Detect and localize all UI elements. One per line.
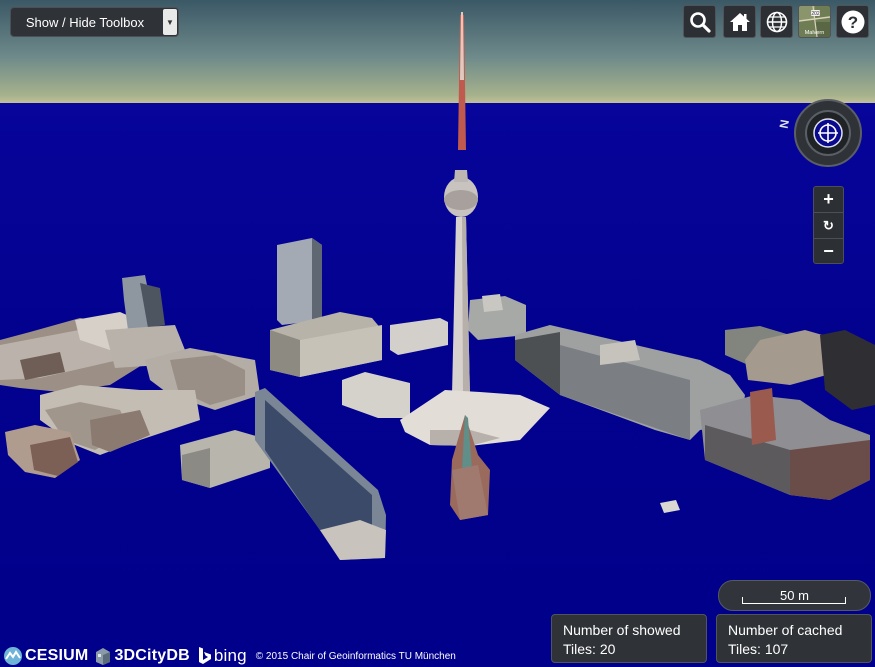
map-thumbnail-icon: 202 Malvern — [799, 6, 830, 37]
cached-tiles-count: Tiles: 107 — [728, 641, 789, 657]
question-icon: ? — [841, 10, 864, 33]
cached-tiles-panel: Number of cached Tiles: 107 — [716, 614, 872, 663]
search-button[interactable] — [683, 5, 716, 38]
tv-tower — [400, 12, 550, 446]
showed-tiles-panel: Number of showed Tiles: 20 — [551, 614, 707, 663]
toolbox-toggle[interactable]: Show / Hide Toolbox ▼ — [10, 7, 179, 37]
base-layer-picker-button[interactable]: 202 Malvern — [798, 5, 831, 38]
bing-logo[interactable]: bing — [196, 646, 247, 666]
cesium-logo[interactable]: CESIUM — [3, 646, 88, 666]
scale-bar: 50 m — [718, 580, 871, 611]
showed-tiles-count: Tiles: 20 — [563, 641, 616, 657]
cesium-icon — [4, 647, 22, 665]
3dcitydb-icon — [96, 648, 111, 665]
compass-widget[interactable] — [793, 98, 863, 168]
credits-bar: CESIUM 3DCityDB bing © 2015 Chair of Geo… — [3, 645, 456, 667]
chevron-down-icon[interactable]: ▼ — [163, 9, 177, 35]
zoom-control: + ↻ − — [813, 186, 844, 264]
city-model-scene[interactable] — [0, 0, 875, 667]
3dcitydb-logo-text: 3DCityDB — [114, 647, 190, 664]
svg-text:?: ? — [847, 13, 857, 32]
home-icon — [729, 12, 750, 31]
base-layer-thumb-text: Malvern — [805, 30, 825, 36]
showed-tiles-title: Number of showed — [563, 622, 681, 638]
search-icon — [689, 11, 711, 33]
zoom-in-button[interactable]: + — [814, 187, 843, 213]
reset-view-button[interactable]: ↻ — [814, 213, 843, 239]
bing-logo-text: bing — [213, 646, 247, 665]
cached-tiles-title: Number of cached — [728, 622, 843, 638]
cesium-logo-text: CESIUM — [25, 647, 89, 664]
toolbox-label: Show / Hide Toolbox — [25, 14, 145, 30]
globe-icon — [766, 11, 787, 32]
zoom-out-button[interactable]: − — [814, 239, 843, 264]
help-button[interactable]: ? — [836, 5, 869, 38]
home-button[interactable] — [723, 5, 756, 38]
building-cluster-east — [515, 325, 875, 513]
scene-mode-button[interactable] — [760, 5, 793, 38]
bing-icon — [198, 647, 211, 664]
svg-text:202: 202 — [811, 11, 820, 17]
scale-bar-line — [742, 597, 846, 604]
copyright-text: © 2015 Chair of Geoinformatics TU Münche… — [255, 650, 456, 662]
3dcitydb-logo[interactable]: 3DCityDB — [94, 646, 190, 666]
